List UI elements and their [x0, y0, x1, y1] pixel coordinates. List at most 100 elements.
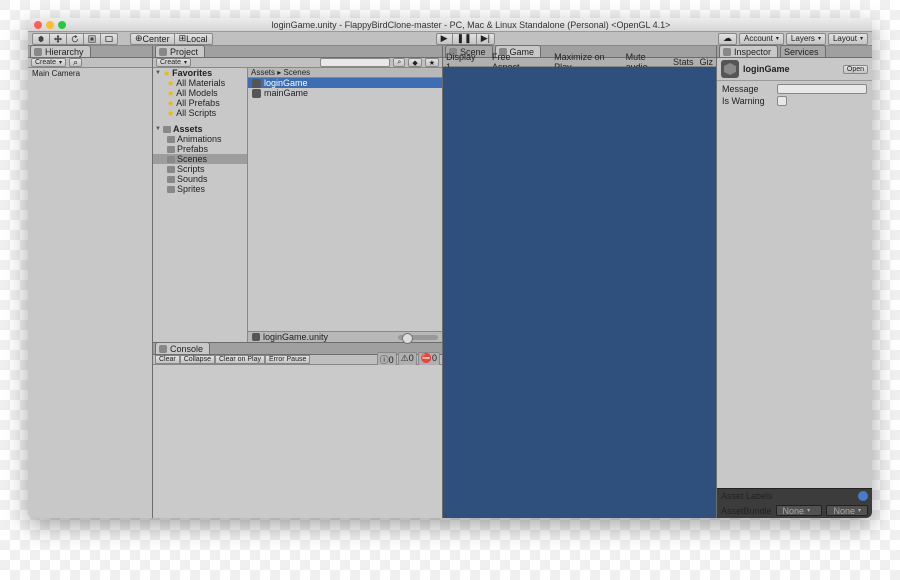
project-tabs: Project: [153, 46, 442, 58]
folder-icon: [167, 146, 175, 153]
error-pause-button[interactable]: Error Pause: [265, 355, 310, 364]
local-icon: ⊞: [179, 33, 187, 44]
folder-item-selected[interactable]: Scenes: [153, 154, 247, 164]
scale-icon: [88, 35, 96, 43]
folder-item[interactable]: Scripts: [153, 164, 247, 174]
console-icon: [159, 345, 167, 353]
asset-item-selected[interactable]: loginGame: [248, 78, 442, 88]
hierarchy-search[interactable]: ⌕: [69, 58, 82, 67]
hand-icon: [37, 35, 45, 43]
hierarchy-icon: [34, 48, 42, 56]
message-input[interactable]: [777, 84, 867, 94]
project-footer: loginGame.unity: [248, 331, 442, 342]
minimize-icon[interactable]: [46, 21, 54, 29]
scene-icon: [252, 333, 260, 341]
folder-item[interactable]: Sounds: [153, 174, 247, 184]
hierarchy-panel: Hierarchy Create ⌕ Main Camera: [28, 46, 153, 518]
project-create-button[interactable]: Create: [156, 58, 191, 67]
hierarchy-tools: Create ⌕: [28, 58, 152, 68]
asset-item[interactable]: mainGame: [248, 88, 442, 98]
pause-button[interactable]: ❚❚: [452, 33, 476, 45]
handle-rotation-button[interactable]: ⊞Local: [174, 33, 213, 45]
console-toolbar: Clear Collapse Clear on Play Error Pause…: [153, 355, 442, 365]
folder-icon: [163, 126, 171, 133]
favorite-item[interactable]: ★All Prefabs: [153, 98, 247, 108]
breadcrumb[interactable]: Assets ▸ Scenes: [248, 68, 442, 78]
hierarchy-body: Main Camera: [28, 68, 152, 518]
hierarchy-item[interactable]: Main Camera: [28, 68, 152, 79]
move-tool[interactable]: [49, 33, 66, 45]
tab-project[interactable]: Project: [155, 45, 205, 57]
close-icon[interactable]: [34, 21, 42, 29]
filter-label-icon[interactable]: ★: [425, 58, 439, 67]
search-filter-icon[interactable]: ⌕: [393, 58, 405, 67]
icon-size-slider[interactable]: [398, 335, 438, 340]
clear-on-play-button[interactable]: Clear on Play: [215, 355, 265, 364]
play-button[interactable]: ▶: [436, 33, 452, 45]
project-search-input[interactable]: [320, 58, 390, 67]
pivot-button[interactable]: ⊕Center: [130, 33, 174, 45]
console-panel: Console Clear Collapse Clear on Play Err…: [153, 342, 442, 518]
cloud-icon: ☁: [723, 33, 732, 44]
hand-tool[interactable]: [32, 33, 49, 45]
rotate-tool[interactable]: [66, 33, 83, 45]
rotate-icon: [71, 35, 79, 43]
rect-tool[interactable]: [100, 33, 118, 45]
game-options: Display 1 Free Aspect Maximize on Play M…: [443, 58, 716, 67]
assetbundle-name-dropdown[interactable]: None: [776, 505, 823, 516]
zoom-icon[interactable]: [58, 21, 66, 29]
scale-tool[interactable]: [83, 33, 100, 45]
folder-item[interactable]: Prefabs: [153, 144, 247, 154]
inspector-panel: Inspector Services loginGame Open Messag…: [717, 46, 872, 518]
tab-inspector[interactable]: Inspector: [719, 45, 778, 57]
collapse-button[interactable]: Collapse: [180, 355, 215, 364]
main-toolbar: ⊕Center ⊞Local ▶ ❚❚ ▶| ☁ Account Layers …: [28, 32, 872, 46]
layers-dropdown[interactable]: Layers: [786, 33, 826, 45]
tag-icon[interactable]: [858, 491, 868, 501]
open-button[interactable]: Open: [843, 65, 868, 74]
star-icon: ★: [167, 89, 174, 98]
filter-type-icon[interactable]: ◆: [408, 58, 421, 67]
step-button[interactable]: ▶|: [476, 33, 495, 45]
inspector-fields: Message Is Warning: [717, 81, 872, 111]
game-panel: Scene Game Display 1 Free Aspect Maximiz…: [443, 46, 717, 518]
favorite-item[interactable]: ★All Scripts: [153, 108, 247, 118]
stats-toggle[interactable]: Stats: [673, 57, 694, 67]
project-split: ▼★Favorites ★All Materials ★All Models ★…: [153, 68, 442, 342]
assetbundle-variant-dropdown[interactable]: None: [826, 505, 868, 516]
favorite-item[interactable]: ★All Models: [153, 88, 247, 98]
clear-button[interactable]: Clear: [155, 355, 180, 364]
scene-icon: [252, 79, 261, 88]
project-tree: ▼★Favorites ★All Materials ★All Models ★…: [153, 68, 248, 342]
cloud-button[interactable]: ☁: [718, 33, 737, 45]
pivot-icon: ⊕: [135, 33, 143, 44]
play-icon: ▶: [441, 33, 448, 44]
star-icon: ★: [163, 69, 170, 78]
is-warning-row: Is Warning: [722, 96, 867, 106]
account-dropdown[interactable]: Account: [739, 33, 784, 45]
transform-tools: [32, 33, 118, 45]
info-icon: ⓘ: [380, 355, 389, 365]
tab-hierarchy[interactable]: Hierarchy: [30, 45, 91, 57]
is-warning-checkbox[interactable]: [777, 96, 787, 106]
hierarchy-tabs: Hierarchy: [28, 46, 152, 58]
step-icon: ▶|: [481, 33, 490, 44]
tab-services[interactable]: Services: [780, 45, 826, 57]
layout-dropdown[interactable]: Layout: [828, 33, 868, 45]
assets-header[interactable]: ▼Assets: [153, 124, 247, 134]
folder-item[interactable]: Sprites: [153, 184, 247, 194]
folder-item[interactable]: Animations: [153, 134, 247, 144]
folder-icon: [167, 176, 175, 183]
favorites-header[interactable]: ▼★Favorites: [153, 68, 247, 78]
asset-labels-section[interactable]: Asset Labels: [717, 488, 872, 503]
tab-console[interactable]: Console: [155, 342, 210, 354]
inspector-body: loginGame Open Message Is Warning Asset …: [717, 58, 872, 518]
project-list: Assets ▸ Scenes loginGame mainGame login…: [248, 68, 442, 342]
error-icon: ⛔: [421, 353, 432, 363]
favorite-item[interactable]: ★All Materials: [153, 78, 247, 88]
game-view[interactable]: [443, 67, 716, 518]
star-icon: ★: [167, 79, 174, 88]
folder-icon: [167, 166, 175, 173]
gizmos-toggle[interactable]: Giz: [700, 57, 714, 67]
hierarchy-create-button[interactable]: Create: [31, 58, 66, 67]
